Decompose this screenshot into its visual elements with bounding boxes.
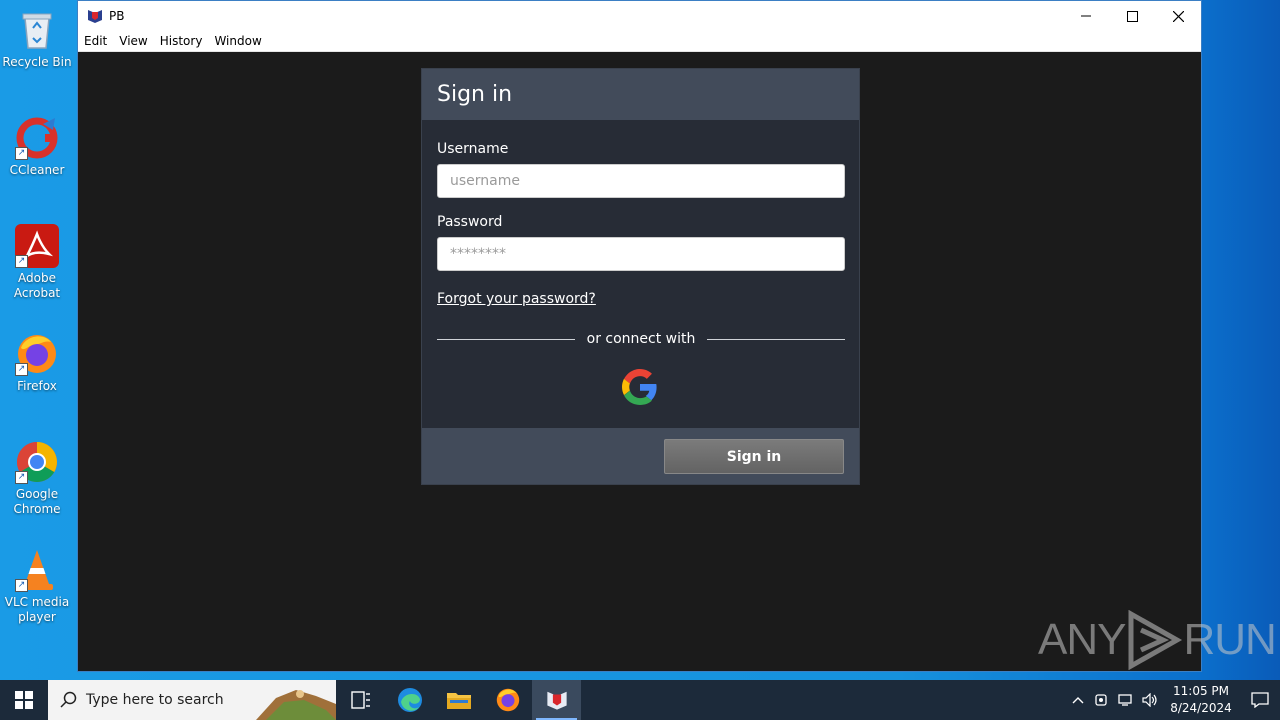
forgot-password-link[interactable]: Forgot your password? [437, 291, 596, 307]
network-icon [1118, 694, 1132, 706]
desktop-icon-vlc[interactable]: ↗ VLC media player [2, 548, 72, 625]
system-tray: 11:05 PM 8/24/2024 [1066, 680, 1280, 720]
password-input[interactable] [437, 237, 845, 271]
menu-view[interactable]: View [113, 34, 153, 48]
watermark-right-text: RUN [1183, 615, 1276, 664]
windows-logo-icon [15, 691, 33, 709]
tray-meet-button[interactable] [1090, 680, 1114, 720]
anyrun-watermark: ANY RUN [1038, 610, 1277, 670]
desktop-icon-google-chrome[interactable]: ↗ Google Chrome [2, 440, 72, 517]
search-placeholder: Type here to search [86, 692, 224, 708]
taskbar: Type here to search 11:05 PM 8/24/2024 [0, 680, 1280, 720]
maximize-button[interactable] [1109, 1, 1155, 31]
signin-button[interactable]: Sign in [664, 439, 844, 474]
desktop-icon-label: Recycle Bin [2, 55, 72, 69]
desktop-icon-recycle-bin[interactable]: Recycle Bin [2, 8, 72, 70]
edge-icon [397, 688, 422, 712]
notification-icon [1251, 692, 1269, 708]
connect-with-text: or connect with [586, 331, 696, 347]
minimize-button[interactable] [1063, 1, 1109, 31]
window-title: PB [109, 9, 125, 23]
firefox-icon: ↗ [15, 332, 59, 376]
shortcut-arrow-icon: ↗ [15, 147, 28, 160]
task-view-button[interactable] [336, 680, 385, 720]
menu-bar: Edit View History Window [78, 31, 1201, 52]
tray-volume-button[interactable] [1138, 680, 1162, 720]
tray-network-button[interactable] [1114, 680, 1138, 720]
divider-line [707, 338, 846, 340]
title-bar[interactable]: PB [78, 1, 1201, 31]
signin-footer: Sign in [422, 428, 859, 484]
desktop-icon-label: Google Chrome [13, 487, 61, 516]
volume-icon [1142, 693, 1157, 707]
chevron-up-icon [1072, 697, 1084, 704]
taskbar-clock[interactable]: 11:05 PM 8/24/2024 [1166, 683, 1236, 717]
desktop-icon-firefox[interactable]: ↗ Firefox [2, 332, 72, 394]
folder-icon [446, 693, 471, 709]
close-icon [1172, 10, 1184, 22]
meet-now-icon [1095, 694, 1107, 706]
desktop-icon-adobe-acrobat[interactable]: ↗ Adobe Acrobat [2, 224, 72, 301]
desktop-icon-label: VLC media player [4, 595, 70, 624]
close-button[interactable] [1155, 1, 1201, 31]
maximize-icon [1126, 10, 1138, 22]
taskbar-file-explorer[interactable] [434, 680, 483, 720]
signin-panel: Sign in Username Password Forgot your pa… [421, 68, 860, 485]
clock-date: 8/24/2024 [1170, 701, 1232, 715]
menu-edit[interactable]: Edit [78, 34, 113, 48]
firefox-icon [496, 688, 519, 712]
divider-line [437, 338, 575, 340]
window-controls [1063, 1, 1201, 31]
task-view-icon [350, 691, 370, 709]
desktop-icon-label: Firefox [17, 379, 57, 393]
taskbar-firefox[interactable] [483, 680, 532, 720]
desktop-icon-label: CCleaner [9, 163, 65, 177]
shortcut-arrow-icon: ↗ [15, 471, 28, 484]
notification-center-button[interactable] [1240, 680, 1280, 720]
google-chrome-icon: ↗ [15, 440, 59, 484]
play-logo-icon [1128, 610, 1183, 670]
ccleaner-icon: ↗ [15, 116, 59, 160]
google-icon[interactable] [622, 369, 658, 405]
app-logo-icon [546, 691, 567, 710]
watermark-left-text: ANY [1038, 615, 1126, 664]
signin-heading: Sign in [422, 69, 859, 120]
desktop-icon-ccleaner[interactable]: ↗ CCleaner [2, 116, 72, 178]
minimize-icon [1081, 15, 1091, 17]
connect-divider: or connect with [437, 331, 846, 347]
tray-overflow-button[interactable] [1066, 680, 1090, 720]
start-button[interactable] [0, 680, 48, 720]
vlc-cone-icon: ↗ [15, 548, 59, 592]
adobe-acrobat-icon: ↗ [15, 224, 59, 268]
menu-history[interactable]: History [154, 34, 209, 48]
app-window: PB Edit View History Window Sign in User… [77, 0, 1202, 672]
shortcut-arrow-icon: ↗ [15, 363, 28, 376]
shortcut-arrow-icon: ↗ [15, 255, 28, 268]
username-input[interactable] [437, 164, 845, 198]
taskbar-edge[interactable] [385, 680, 434, 720]
username-label: Username [437, 141, 509, 157]
recycle-bin-icon [15, 8, 59, 52]
app-logo-icon [88, 10, 102, 23]
shortcut-arrow-icon: ↗ [15, 579, 28, 592]
taskbar-pb-app[interactable] [532, 680, 581, 720]
menu-window[interactable]: Window [208, 34, 267, 48]
search-icon [60, 691, 77, 708]
password-label: Password [437, 214, 503, 230]
search-highlight-image [256, 690, 336, 720]
clock-time: 11:05 PM [1173, 684, 1229, 698]
desktop-icon-label: Adobe Acrobat [13, 271, 61, 300]
taskbar-search[interactable]: Type here to search [48, 680, 336, 720]
